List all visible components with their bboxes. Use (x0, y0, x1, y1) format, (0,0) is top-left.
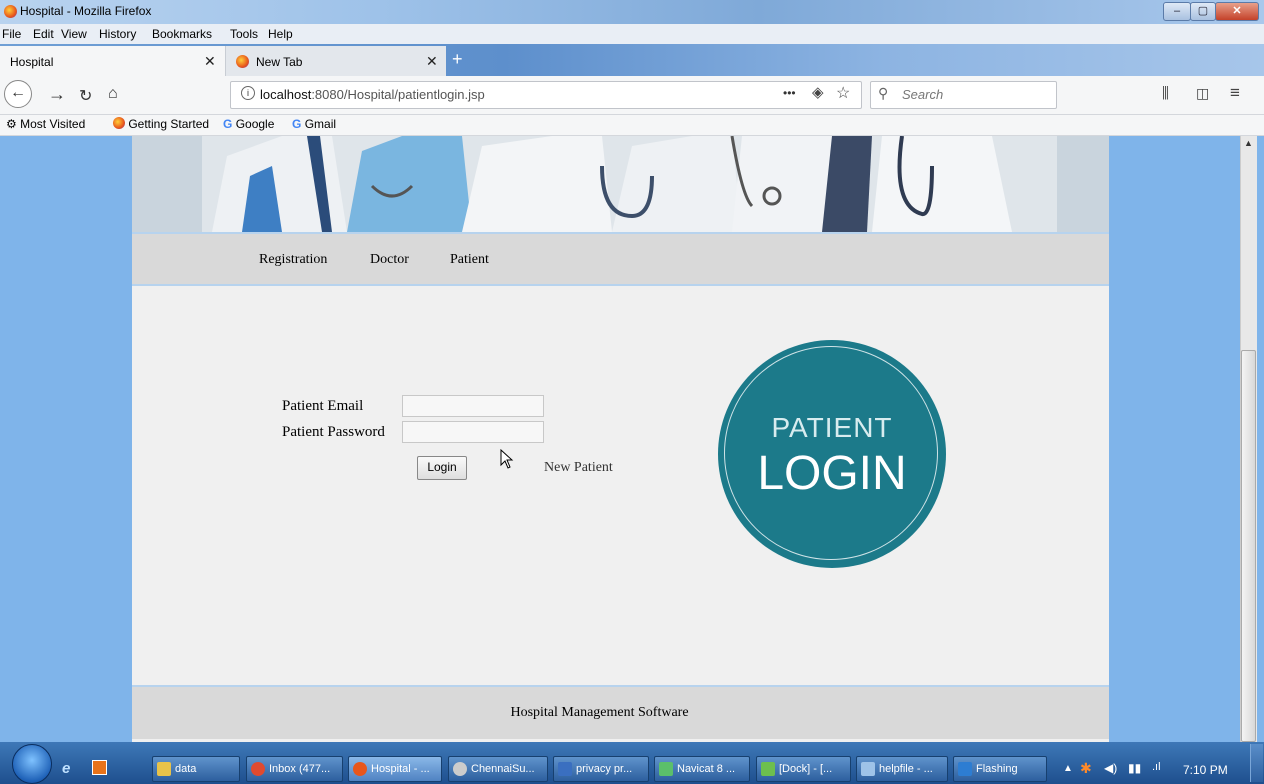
tab-new-tab[interactable]: New Tab ✕ (226, 46, 446, 76)
taskbar-clock[interactable]: 7:10 PM (1183, 763, 1228, 777)
info-icon[interactable]: i (241, 86, 255, 100)
search-placeholder: Search (902, 87, 944, 102)
nav-patient[interactable]: Patient (450, 252, 489, 268)
word-icon (558, 762, 572, 776)
google-icon: G (223, 117, 233, 131)
tray-app-icon[interactable]: ✱ (1080, 760, 1092, 777)
hamburger-menu-icon[interactable]: ≡ (1230, 83, 1240, 103)
badge-title-small: PATIENT (771, 412, 893, 443)
header-banner-image (132, 136, 1109, 232)
scrollbar-thumb[interactable] (1241, 350, 1256, 742)
taskbar-item-inbox[interactable]: Inbox (477... (246, 756, 343, 782)
firefox-icon (353, 762, 367, 776)
doctors-illustration (132, 136, 1109, 232)
window-title-bar: Hospital - Mozilla Firefox (0, 0, 1264, 24)
folder-icon (157, 762, 171, 776)
taskbar-item-privacy[interactable]: privacy pr... (553, 756, 649, 782)
eclipse-icon (453, 762, 467, 776)
nav-doctor[interactable]: Doctor (370, 252, 409, 268)
tray-expand-icon[interactable]: ▲ (1063, 763, 1073, 774)
taskbar-item-hospital[interactable]: Hospital - ... (348, 756, 442, 782)
new-tab-plus-icon[interactable]: + (452, 50, 470, 70)
notepad-icon (861, 762, 875, 776)
close-icon[interactable]: ✕ (204, 53, 216, 70)
search-icon: ⚲ (878, 85, 889, 101)
login-button[interactable]: Login (417, 456, 467, 480)
reload-icon[interactable]: ↻ (79, 86, 92, 106)
mouse-cursor-icon (500, 449, 514, 469)
network-icon[interactable]: ▮▮ (1128, 761, 1141, 775)
firefox-icon (113, 117, 125, 129)
badge-title-large: LOGIN (757, 447, 907, 500)
minimize-button[interactable]: – (1163, 2, 1191, 21)
menu-view[interactable]: View (61, 27, 87, 41)
footer-text: Hospital Management Software (510, 705, 689, 720)
patient-email-input[interactable] (402, 395, 544, 417)
show-desktop-button[interactable] (1250, 744, 1263, 782)
pocket-icon[interactable]: ◈ (812, 83, 824, 101)
patient-password-label: Patient Password (282, 424, 385, 440)
firefox-icon (236, 55, 249, 68)
maximize-button[interactable]: ▢ (1190, 2, 1216, 21)
tab-hospital[interactable]: Hospital ✕ (0, 46, 226, 76)
scroll-up-arrow-icon[interactable]: ▲ (1244, 138, 1253, 148)
bookmark-google[interactable]: G Google (223, 117, 274, 131)
new-patient-link[interactable]: New Patient (544, 460, 613, 476)
menu-bookmarks[interactable]: Bookmarks (152, 27, 212, 41)
menu-history[interactable]: History (99, 27, 136, 41)
home-icon[interactable]: ⌂ (108, 85, 118, 103)
google-icon: G (292, 117, 302, 131)
patient-password-input[interactable] (402, 421, 544, 443)
bookmark-getting-started[interactable]: Getting Started (113, 117, 209, 131)
tab-hospital-label: Hospital (10, 55, 54, 69)
taskbar-item-helpfile[interactable]: helpfile - ... (856, 756, 948, 782)
bookmark-star-icon[interactable]: ☆ (836, 83, 850, 103)
taskbar-item-chennaisu[interactable]: ChennaiSu... (448, 756, 548, 782)
signal-icon[interactable]: .ıl (1152, 761, 1161, 773)
gear-icon: ⚙ (6, 117, 17, 131)
menu-edit[interactable]: Edit (33, 27, 54, 41)
window-icon (958, 762, 972, 776)
close-icon[interactable]: ✕ (426, 53, 438, 70)
chrome-icon (251, 762, 265, 776)
taskbar-item-data[interactable]: data (152, 756, 240, 782)
patient-email-label: Patient Email (282, 398, 364, 414)
url-text: localhost:8080/Hospital/patientlogin.jsp (260, 87, 485, 102)
window-title: Hospital - Mozilla Firefox (20, 4, 152, 18)
search-box[interactable] (870, 81, 1057, 109)
navicat-icon (659, 762, 673, 776)
taskbar-item-dock[interactable]: [Dock] - [... (756, 756, 851, 782)
bookmark-most-visited[interactable]: ⚙ Most Visited (6, 117, 85, 131)
taskbar-item-navicat[interactable]: Navicat 8 ... (654, 756, 750, 782)
sidebar-icon[interactable]: ◫ (1196, 85, 1209, 102)
menu-tools[interactable]: Tools (230, 27, 258, 41)
back-arrow-icon[interactable]: ← (4, 80, 32, 108)
menu-help[interactable]: Help (268, 27, 293, 41)
media-player-icon[interactable] (92, 760, 107, 775)
start-button[interactable] (12, 744, 52, 784)
nav-registration[interactable]: Registration (259, 252, 327, 268)
internet-explorer-icon[interactable]: e (62, 760, 70, 777)
taskbar-item-flashing[interactable]: Flashing (953, 756, 1047, 782)
menu-file[interactable]: File (2, 27, 21, 41)
forward-arrow-icon[interactable]: → (48, 84, 66, 105)
library-icon[interactable]: ⫼ (1162, 85, 1169, 102)
firefox-icon (4, 5, 17, 18)
dock-icon (761, 762, 775, 776)
bookmark-gmail[interactable]: G Gmail (292, 117, 336, 131)
close-window-button[interactable]: ✕ (1215, 2, 1259, 21)
page-actions-menu-icon[interactable]: ••• (783, 86, 796, 100)
tab-new-tab-label: New Tab (256, 55, 303, 69)
volume-icon[interactable]: ◀) (1104, 761, 1117, 775)
